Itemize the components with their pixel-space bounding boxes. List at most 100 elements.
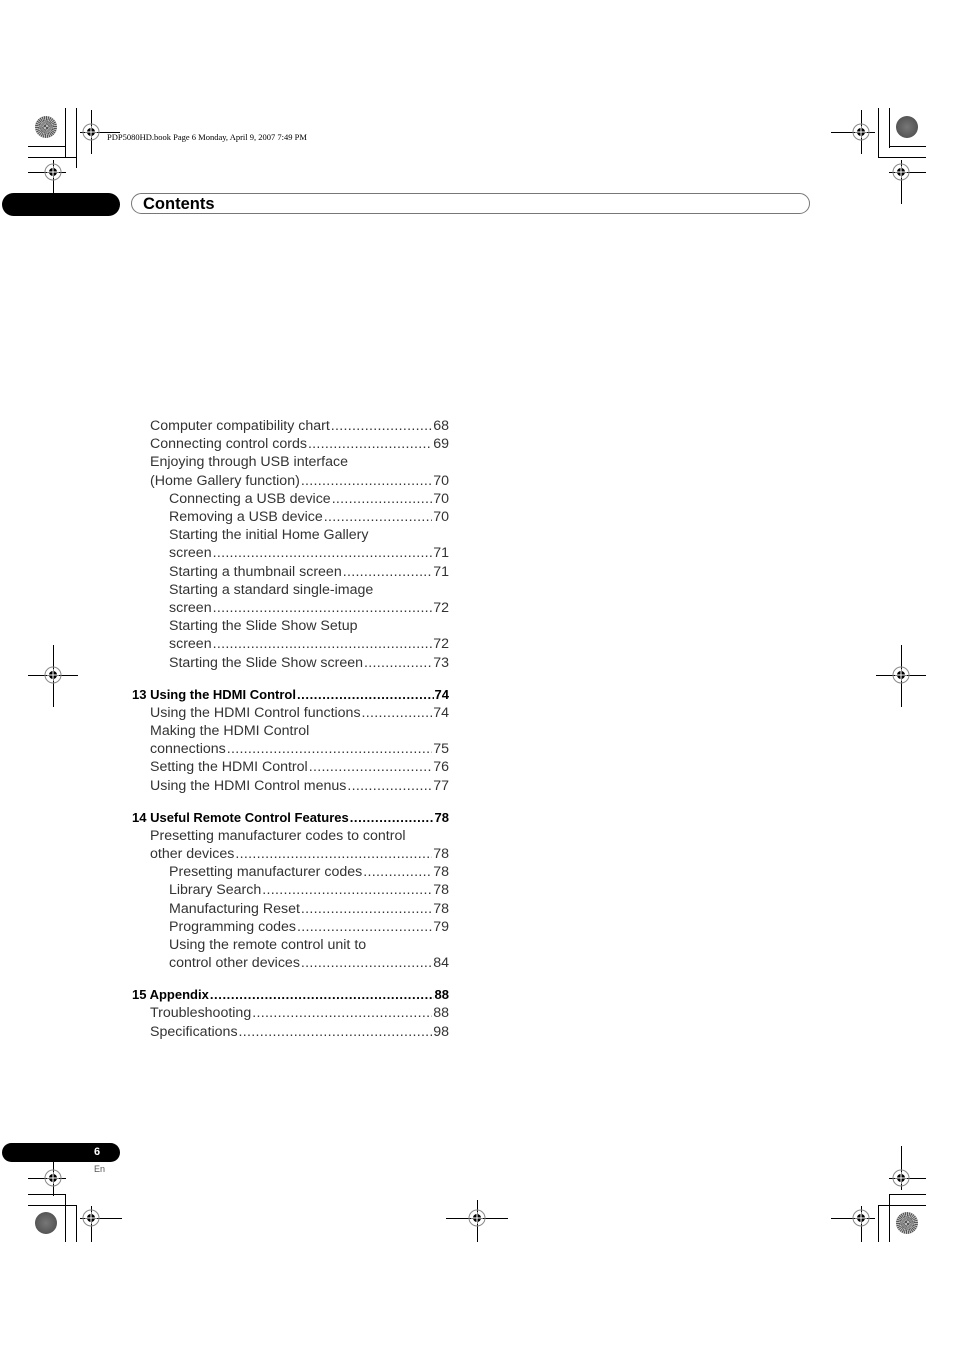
toc-page-number: 71 <box>433 545 449 562</box>
toc-entry-title: Using the HDMI Control functions <box>150 704 361 721</box>
toc-entry[interactable]: Setting the HDMI Control 76 <box>132 758 449 776</box>
dot-leader <box>324 508 432 526</box>
dot-leader <box>309 758 433 776</box>
color-target-icon <box>896 116 918 138</box>
crop-mark <box>878 157 926 158</box>
toc-entry[interactable]: Programming codes 79 <box>132 918 449 936</box>
toc-entry-title: Starting the Slide Show Setup <box>169 618 358 635</box>
dot-leader <box>363 863 432 881</box>
crop-mark <box>65 1194 66 1242</box>
dot-leader <box>362 704 433 722</box>
toc-page-number: 70 <box>433 490 449 507</box>
toc-entry-title: Manufacturing Reset <box>169 900 300 917</box>
dot-leader <box>308 435 432 453</box>
toc-entry-title: Presetting manufacturer codes to control <box>150 827 406 844</box>
toc-entry-title: 14 Useful Remote Control Features <box>132 809 349 825</box>
registration-mark-icon <box>466 1207 488 1229</box>
toc-entry[interactable]: Computer compatibility chart 68 <box>132 417 449 435</box>
toc-page-number: 72 <box>433 636 449 653</box>
toc-page-number: 70 <box>433 509 449 526</box>
toc-entry-title: Using the remote control unit to <box>169 937 367 954</box>
dot-leader <box>350 809 434 827</box>
toc-page-number: 71 <box>433 563 449 580</box>
dot-leader <box>252 1004 432 1022</box>
toc-entry[interactable]: Connecting a USB device 70 <box>132 490 449 508</box>
toc-entry[interactable]: Starting the initial Home Galleryscreen 7… <box>132 526 449 562</box>
print-info: PDP5080HD.book Page 6 Monday, April 9, 2… <box>107 132 307 142</box>
color-target-icon <box>896 1212 918 1234</box>
toc-entry[interactable]: Manufacturing Reset 78 <box>132 900 449 918</box>
toc-entry[interactable]: Starting a thumbnail screen 71 <box>132 563 449 581</box>
toc-entry-title: (Home Gallery function) <box>150 472 300 489</box>
toc-entry-title: Programming codes <box>169 918 296 935</box>
toc-entry[interactable]: Starting the Slide Show Setupscreen 72 <box>132 617 449 653</box>
dot-leader <box>332 490 433 508</box>
toc-entry[interactable]: Using the HDMI Control functions 74 <box>132 704 449 722</box>
dot-leader <box>262 881 432 899</box>
crop-mark <box>65 108 66 158</box>
toc-entry[interactable]: Specifications 98 <box>132 1023 449 1041</box>
toc-entry-title: Presetting manufacturer codes <box>169 864 363 881</box>
dot-leader <box>213 544 433 562</box>
registration-mark-icon <box>890 664 912 686</box>
dot-leader <box>235 845 432 863</box>
toc-page-number: 75 <box>433 741 449 758</box>
header-bar <box>131 193 810 214</box>
toc-page-number: 73 <box>433 654 449 671</box>
toc-chapter[interactable]: 13 Using the HDMI Control 74 <box>132 686 449 704</box>
registration-mark-icon <box>80 1207 102 1229</box>
toc-page-number: 74 <box>433 704 449 721</box>
toc-entry[interactable]: Removing a USB device 70 <box>132 508 449 526</box>
toc-entry-title: screen <box>169 636 212 653</box>
crop-mark <box>28 1194 65 1195</box>
table-of-contents: Computer compatibility chart68Connecting… <box>132 417 449 1041</box>
crop-mark <box>28 157 76 158</box>
toc-entry-title: Using the HDMI Control menus <box>150 777 347 794</box>
crop-mark <box>28 146 65 147</box>
toc-page-number: 78 <box>433 882 449 899</box>
crop-mark <box>889 1194 890 1242</box>
dot-leader <box>297 686 434 704</box>
toc-entry[interactable]: Using the remote control unit to control … <box>132 936 449 972</box>
toc-page-number: 76 <box>433 759 449 776</box>
toc-entry[interactable]: Starting the Slide Show screen 73 <box>132 654 449 672</box>
toc-page-number: 88 <box>433 1005 449 1022</box>
page-title: Contents <box>143 195 215 213</box>
toc-entry-title: screen <box>169 545 212 562</box>
toc-entry[interactable]: Library Search 78 <box>132 881 449 899</box>
toc-entry[interactable]: Making the HDMI Controlconnections 75 <box>132 722 449 758</box>
registration-mark-icon <box>890 1167 912 1189</box>
toc-entry[interactable]: Troubleshooting 88 <box>132 1004 449 1022</box>
toc-entry-title: Starting a thumbnail screen <box>169 563 342 580</box>
toc-page-number: 78 <box>433 864 449 881</box>
toc-page-number: 72 <box>433 600 449 617</box>
crop-mark <box>28 1205 76 1206</box>
toc-entry[interactable]: Using the HDMI Control menus 77 <box>132 777 449 795</box>
color-target-icon <box>35 1212 57 1234</box>
language-label: En <box>94 1164 106 1174</box>
dot-leader <box>343 563 433 581</box>
toc-entry[interactable]: Presetting manufacturer codes to control… <box>132 827 449 863</box>
registration-mark-icon <box>42 664 64 686</box>
toc-entry[interactable]: Connecting control cords 69 <box>132 435 449 453</box>
toc-chapter[interactable]: 14 Useful Remote Control Features 78 <box>132 809 449 827</box>
toc-entry-title: Connecting control cords <box>150 436 307 453</box>
crop-mark <box>76 1205 77 1242</box>
dot-leader <box>213 599 433 617</box>
registration-mark-icon <box>42 161 64 183</box>
toc-page-number: 74 <box>434 686 449 702</box>
toc-page-number: 84 <box>433 955 449 972</box>
dot-leader <box>213 635 433 653</box>
toc-entry[interactable]: Enjoying through USB interface (Home Gall… <box>132 453 449 489</box>
toc-entry[interactable]: Presetting manufacturer codes 78 <box>132 863 449 881</box>
toc-entry[interactable]: Starting a standard single-image screen 72 <box>132 581 449 617</box>
toc-chapter[interactable]: 15 Appendix 88 <box>132 986 449 1004</box>
dot-leader <box>364 654 432 672</box>
toc-entry-title: Starting the initial Home Gallery <box>169 527 369 544</box>
dot-leader <box>301 954 432 972</box>
toc-entry-title: Troubleshooting <box>150 1005 252 1022</box>
dot-leader <box>331 417 432 435</box>
toc-page-number: 68 <box>433 418 449 434</box>
crop-mark <box>889 1194 926 1195</box>
toc-page-number: 77 <box>433 777 449 794</box>
